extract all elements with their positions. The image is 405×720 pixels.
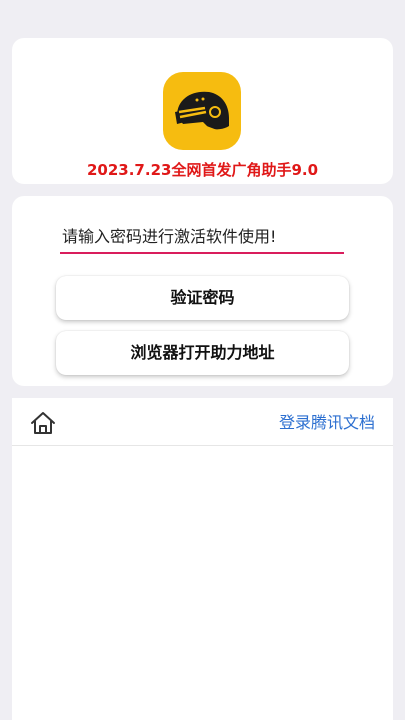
helmet-icon xyxy=(163,72,241,150)
password-input[interactable] xyxy=(60,220,344,254)
verify-password-button[interactable]: 验证密码 xyxy=(56,276,349,320)
home-icon[interactable] xyxy=(30,410,56,436)
headline-title: 2023.7.23全网首发广角助手9.0 xyxy=(86,161,319,179)
webview-panel xyxy=(12,398,393,720)
tencent-docs-login-link[interactable]: 登录腾讯文档 xyxy=(279,412,375,434)
open-in-browser-button[interactable]: 浏览器打开助力地址 xyxy=(56,331,349,375)
